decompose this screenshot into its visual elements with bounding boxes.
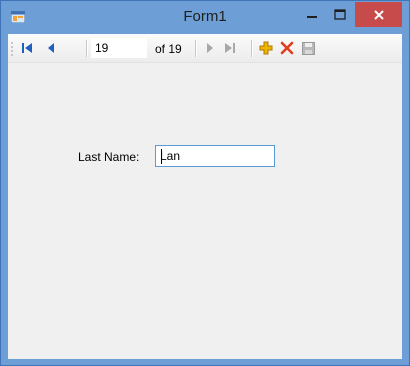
minimize-icon — [306, 15, 317, 18]
delete-icon — [280, 41, 294, 55]
move-first-button[interactable] — [17, 38, 37, 58]
toolbar-grip[interactable] — [11, 41, 13, 56]
move-last-icon — [225, 43, 235, 53]
last-name-input[interactable] — [155, 145, 275, 167]
toolbar-separator — [86, 40, 88, 57]
toolbar-separator — [251, 40, 253, 57]
move-previous-button[interactable] — [41, 38, 61, 58]
last-name-label: Last Name: — [78, 150, 140, 164]
form-client-area: of 19 — [8, 34, 402, 359]
close-icon — [373, 9, 384, 20]
maximize-button[interactable] — [326, 2, 353, 27]
count-label: of 19 — [155, 42, 182, 56]
move-previous-icon — [48, 43, 54, 53]
add-new-icon — [259, 41, 273, 55]
binding-navigator: of 19 — [8, 34, 402, 63]
close-button[interactable] — [355, 2, 402, 27]
save-icon — [301, 41, 315, 55]
title-bar[interactable]: Form1 — [1, 1, 409, 34]
toolbar-separator — [195, 40, 197, 57]
move-next-icon — [207, 43, 213, 53]
move-next-button[interactable] — [200, 38, 220, 58]
add-new-button[interactable] — [256, 38, 276, 58]
maximize-icon — [333, 9, 346, 20]
text-caret — [161, 149, 162, 164]
minimize-button[interactable] — [298, 2, 325, 27]
save-button[interactable] — [298, 38, 318, 58]
form1-window: Form1 19 of 19 Last Name: Lan — [0, 0, 410, 366]
position-input[interactable] — [91, 38, 147, 58]
move-last-button[interactable] — [220, 38, 240, 58]
move-first-icon — [22, 43, 32, 53]
delete-button[interactable] — [277, 38, 297, 58]
